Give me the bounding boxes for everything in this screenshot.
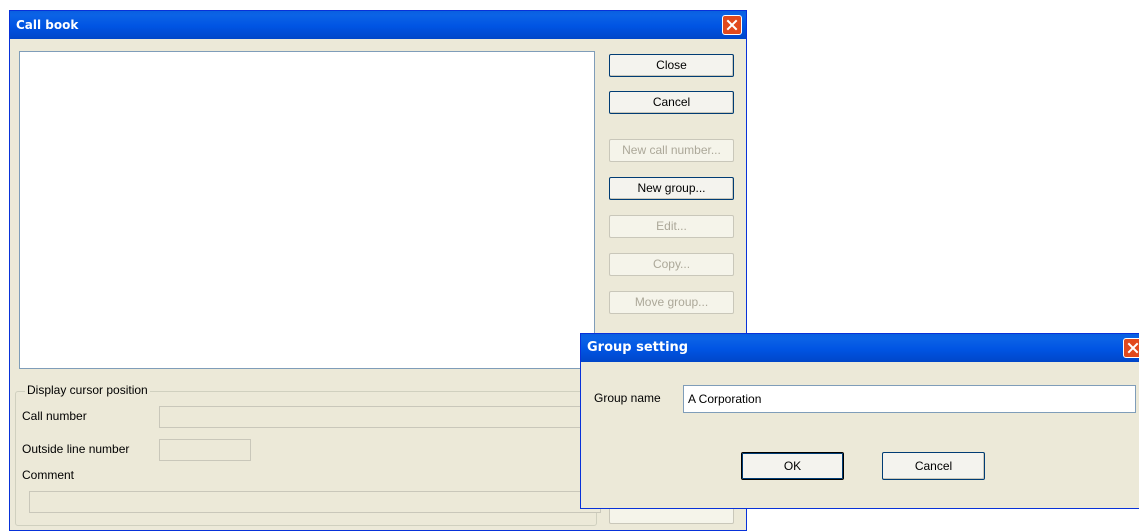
ok-button[interactable]: OK bbox=[741, 452, 844, 480]
group-name-label: Group name bbox=[594, 391, 661, 405]
call-list[interactable] bbox=[19, 51, 595, 369]
group-setting-title: Group setting bbox=[587, 340, 689, 355]
copy-button[interactable]: Copy... bbox=[609, 253, 734, 276]
callbook-titlebar: Call book bbox=[10, 11, 746, 39]
comment-label: Comment bbox=[22, 468, 75, 482]
group-name-input[interactable]: A Corporation bbox=[683, 385, 1136, 413]
call-number-field bbox=[159, 406, 589, 428]
close-icon bbox=[726, 19, 738, 31]
new-group-button[interactable]: New group... bbox=[609, 177, 734, 200]
callbook-title: Call book bbox=[16, 18, 79, 32]
close-icon bbox=[1127, 342, 1139, 354]
new-call-number-button[interactable]: New call number... bbox=[609, 139, 734, 162]
cancel-button[interactable]: Cancel bbox=[609, 91, 734, 114]
display-cursor-legend: Display cursor position bbox=[25, 383, 150, 397]
group-setting-close-window-button[interactable] bbox=[1123, 338, 1139, 358]
group-setting-cancel-button[interactable]: Cancel bbox=[882, 452, 985, 480]
close-button[interactable]: Close bbox=[609, 54, 734, 77]
outside-line-number-label: Outside line number bbox=[22, 442, 130, 456]
group-setting-dialog: Group setting Group name A Corporation O… bbox=[580, 333, 1139, 509]
group-setting-titlebar: Group setting bbox=[581, 334, 1139, 362]
outside-line-number-field bbox=[159, 439, 251, 461]
edit-button[interactable]: Edit... bbox=[609, 215, 734, 238]
call-number-label: Call number bbox=[22, 409, 87, 423]
move-group-button[interactable]: Move group... bbox=[609, 291, 734, 314]
callbook-close-window-button[interactable] bbox=[722, 15, 742, 35]
comment-field bbox=[29, 491, 601, 513]
